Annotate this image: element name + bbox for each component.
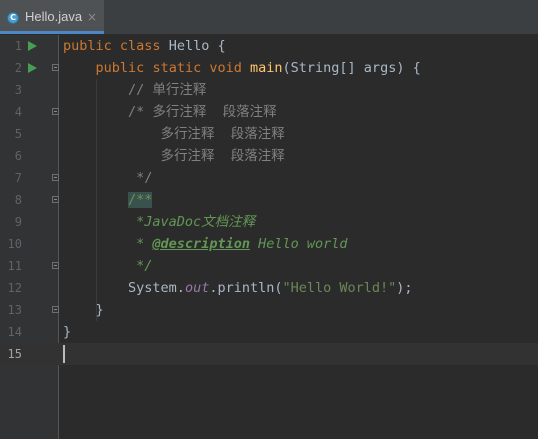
code-text: * @description Hello world bbox=[136, 236, 348, 252]
line-number: 6 bbox=[14, 149, 22, 163]
line-number: 12 bbox=[7, 281, 22, 295]
code-line[interactable]: 4 /* 多行注释 段落注释 bbox=[0, 101, 538, 123]
run-icon[interactable] bbox=[28, 41, 37, 51]
fold-icon[interactable] bbox=[52, 174, 59, 181]
code-line[interactable]: 9 *JavaDoc文档注释 bbox=[0, 211, 538, 233]
line-number: 7 bbox=[14, 171, 22, 185]
code-line[interactable]: 6 多行注释 段落注释 bbox=[0, 145, 538, 167]
code-text: } bbox=[63, 324, 72, 340]
code-text: */ bbox=[136, 170, 153, 186]
line-number: 1 bbox=[14, 39, 22, 53]
close-icon[interactable]: × bbox=[87, 8, 97, 26]
line-number: 9 bbox=[14, 215, 22, 229]
code-line[interactable]: 3 // 单行注释 bbox=[0, 79, 538, 101]
code-text: System.out.println("Hello World!"); bbox=[128, 280, 413, 296]
fold-icon[interactable] bbox=[52, 262, 59, 269]
code-line[interactable]: 14 } bbox=[0, 321, 538, 343]
code-line[interactable]: 13 } bbox=[0, 299, 538, 321]
line-number: 10 bbox=[7, 237, 22, 251]
code-line-current[interactable]: 15 bbox=[0, 343, 538, 365]
code-text: 多行注释 段落注释 bbox=[160, 126, 285, 142]
code-line[interactable]: 5 多行注释 段落注释 bbox=[0, 123, 538, 145]
code-text: 多行注释 段落注释 bbox=[160, 148, 285, 164]
fold-icon[interactable] bbox=[52, 64, 59, 71]
line-number: 14 bbox=[7, 325, 22, 339]
code-line[interactable]: 7 */ bbox=[0, 167, 538, 189]
text-caret bbox=[63, 345, 65, 363]
line-number: 15 bbox=[7, 347, 22, 361]
code-text: /** bbox=[128, 192, 153, 208]
code-line[interactable]: 10 * @description Hello world bbox=[0, 233, 538, 255]
editor-tab-bar: C Hello.java × bbox=[0, 0, 538, 35]
line-number: 2 bbox=[14, 61, 22, 75]
java-class-icon: C bbox=[7, 12, 19, 24]
code-line[interactable]: 2 public static void main(String[] args)… bbox=[0, 57, 538, 79]
line-number: 8 bbox=[14, 193, 22, 207]
code-text: *JavaDoc文档注释 bbox=[136, 214, 256, 230]
line-number: 3 bbox=[14, 83, 22, 97]
line-number: 5 bbox=[14, 127, 22, 141]
code-line[interactable]: 1 public class Hello { bbox=[0, 35, 538, 57]
code-text: public class Hello { bbox=[63, 38, 226, 54]
code-text: */ bbox=[136, 258, 153, 274]
run-icon[interactable] bbox=[28, 63, 37, 73]
tab-title[interactable]: Hello.java bbox=[25, 8, 82, 26]
line-number: 11 bbox=[7, 259, 22, 273]
line-number: 4 bbox=[14, 105, 22, 119]
fold-icon[interactable] bbox=[52, 108, 59, 115]
fold-icon[interactable] bbox=[52, 306, 59, 313]
tab-hello-java[interactable]: C Hello.java × bbox=[0, 0, 104, 34]
code-line[interactable]: 11 */ bbox=[0, 255, 538, 277]
code-text: public static void main(String[] args) { bbox=[95, 60, 421, 76]
code-text: /* 多行注释 段落注释 bbox=[128, 104, 277, 120]
code-text: // 单行注释 bbox=[128, 82, 207, 98]
code-text: } bbox=[95, 302, 104, 318]
code-line[interactable]: 8 /** bbox=[0, 189, 538, 211]
fold-icon[interactable] bbox=[52, 196, 59, 203]
line-number: 13 bbox=[7, 303, 22, 317]
code-line[interactable]: 12 System.out.println("Hello World!"); bbox=[0, 277, 538, 299]
